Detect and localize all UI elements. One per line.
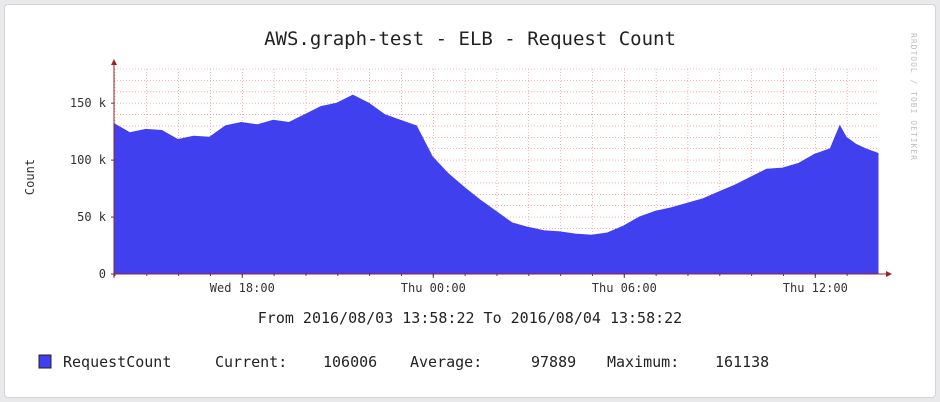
legend-series-name: RequestCount: [63, 353, 171, 371]
legend-maximum-value: 161138: [715, 353, 769, 371]
legend-current-value: 106006: [323, 353, 377, 371]
chart: AWS.graph-test - ELB - Request Count RRD…: [23, 28, 918, 371]
watermark-text: RRDTOOL / TOBI OETIKER: [909, 33, 918, 161]
y-tick-label: 0: [99, 267, 106, 281]
plot-area: [113, 94, 879, 275]
x-tick-label: Wed 18:00: [210, 281, 275, 295]
time-range-label: From 2016/08/03 13:58:22 To 2016/08/04 1…: [258, 309, 682, 327]
x-tick-label: Thu 06:00: [592, 281, 657, 295]
chart-frame: AWS.graph-test - ELB - Request Count RRD…: [4, 4, 936, 398]
legend-average-label: Average:: [410, 353, 482, 371]
y-tick-label: 150 k: [70, 96, 107, 110]
x-axis-arrow: [886, 271, 892, 277]
legend-average-value: 97889: [531, 353, 576, 371]
legend-maximum-label: Maximum:: [607, 353, 679, 371]
x-ticks: Wed 18:00 Thu 00:00 Thu 06:00 Thu 12:00: [114, 274, 848, 295]
legend: RequestCount Current: 106006 Average: 97…: [38, 353, 769, 371]
x-tick-label: Thu 00:00: [401, 281, 466, 295]
y-tick-label: 50 k: [77, 210, 107, 224]
y-ticks: 0 50 k 100 k 150 k: [70, 96, 114, 281]
legend-current-label: Current:: [215, 353, 287, 371]
legend-swatch: [38, 354, 52, 369]
series-area: [113, 94, 879, 275]
y-axis-label: Count: [23, 159, 37, 195]
y-axis-arrow: [111, 59, 117, 65]
x-tick-label: Thu 12:00: [783, 281, 848, 295]
chart-title: AWS.graph-test - ELB - Request Count: [264, 28, 676, 50]
y-tick-label: 100 k: [70, 153, 107, 167]
